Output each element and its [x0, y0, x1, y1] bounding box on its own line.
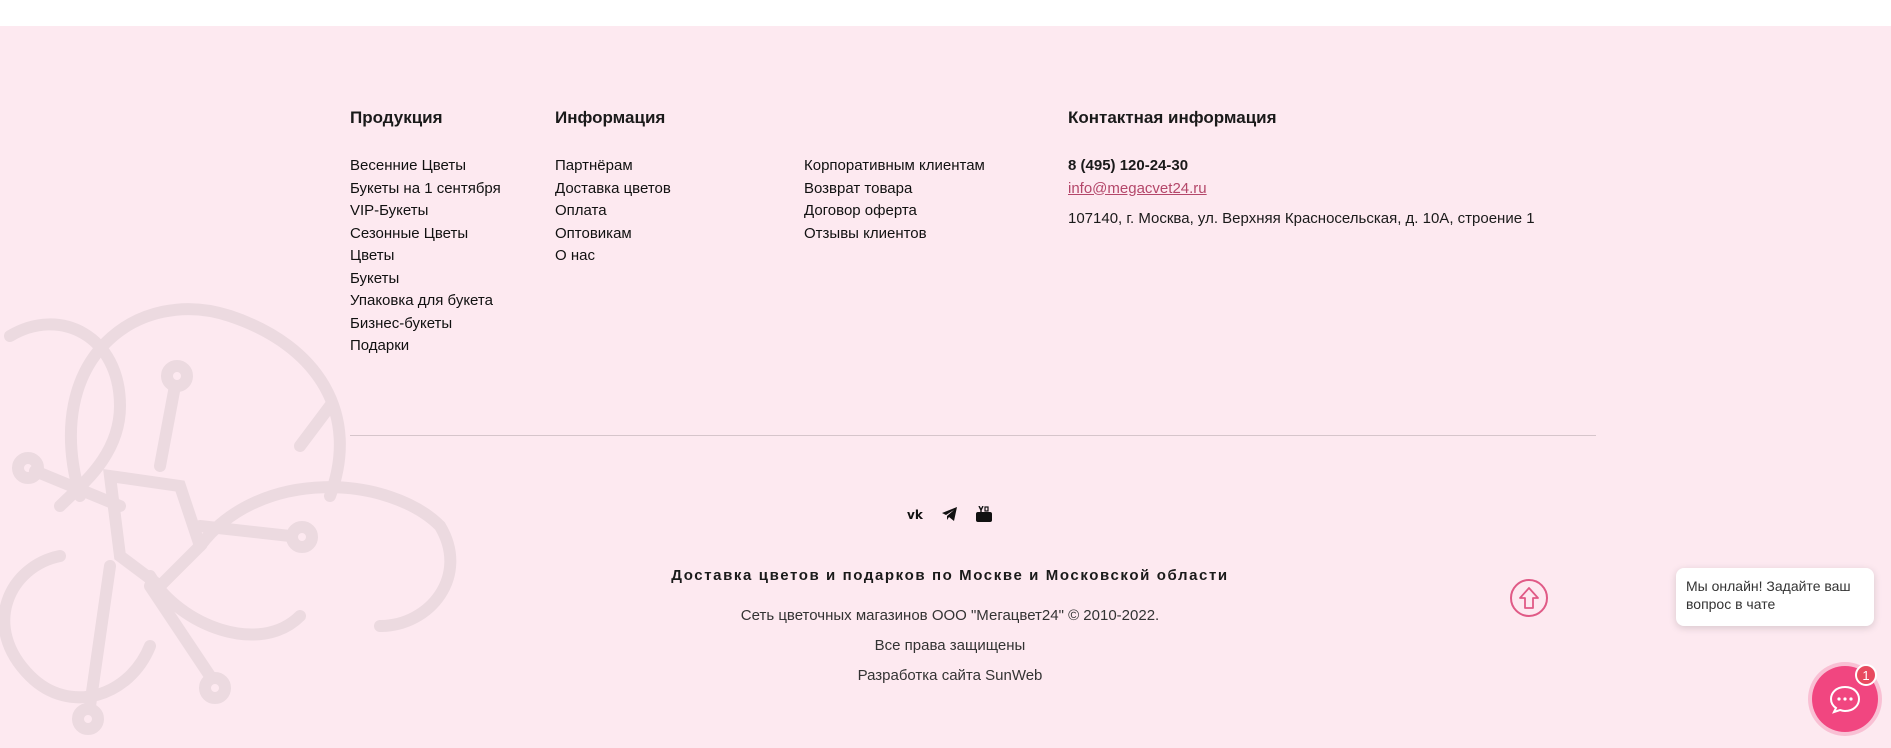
rights-text: Все права защищены	[874, 637, 1026, 654]
vk-icon[interactable]: vk	[906, 504, 926, 524]
info-column-2: Корпоративным клиентам Возврат товара До…	[804, 155, 985, 245]
products-heading: Продукция	[350, 108, 443, 127]
social-links: vk	[906, 504, 994, 524]
info-column: Информация Партнёрам Доставка цветов Опл…	[555, 107, 671, 268]
telegram-icon[interactable]	[940, 504, 960, 524]
products-list: Весенние Цветы Букеты на 1 сентября VIP-…	[350, 155, 501, 358]
arrow-up-icon	[1519, 587, 1539, 609]
email-link[interactable]: info@megacvet24.ru	[1068, 178, 1535, 201]
product-link-september[interactable]: Букеты на 1 сентября	[350, 178, 501, 201]
footer-divider	[350, 435, 1596, 436]
developer-link[interactable]: SunWeb	[985, 667, 1042, 684]
developer-prefix: Разработка сайта	[857, 667, 981, 684]
products-column: Продукция Весенние Цветы Букеты на 1 сен…	[350, 107, 501, 358]
info-link-returns[interactable]: Возврат товара	[804, 178, 985, 201]
product-link-business[interactable]: Бизнес-букеты	[350, 313, 501, 336]
product-link-spring[interactable]: Весенние Цветы	[350, 155, 501, 178]
info-link-partners[interactable]: Партнёрам	[555, 155, 671, 178]
info-list: Партнёрам Доставка цветов Оплата Оптовик…	[555, 155, 671, 268]
product-link-flowers[interactable]: Цветы	[350, 245, 501, 268]
info-link-corporate[interactable]: Корпоративным клиентам	[804, 155, 985, 178]
developer-line: Разработка сайта SunWeb	[0, 667, 1891, 684]
info-link-payment[interactable]: Оплата	[555, 200, 671, 223]
product-link-vip[interactable]: VIP-Букеты	[350, 200, 501, 223]
contact-heading: Контактная информация	[1068, 108, 1277, 127]
info-link-wholesale[interactable]: Оптовикам	[555, 223, 671, 246]
footer-tagline: Доставка цветов и подарков по Москве и М…	[671, 567, 1229, 584]
info-link-delivery[interactable]: Доставка цветов	[555, 178, 671, 201]
info-list-2: Корпоративным клиентам Возврат товара До…	[804, 155, 985, 245]
phone-number[interactable]: 8 (495) 120-24-30	[1068, 155, 1535, 178]
svg-text:vk: vk	[907, 508, 924, 520]
info-heading: Информация	[555, 108, 666, 127]
chat-bubble[interactable]: Мы онлайн! Задайте ваш вопрос в чате	[1676, 568, 1874, 626]
info-link-reviews[interactable]: Отзывы клиентов	[804, 223, 985, 246]
site-footer: Продукция Весенние Цветы Букеты на 1 сен…	[0, 26, 1891, 748]
youtube-icon[interactable]	[974, 504, 994, 524]
chat-notification-badge: 1	[1855, 664, 1877, 686]
product-link-wrapping[interactable]: Упаковка для букета	[350, 290, 501, 313]
top-strip	[0, 0, 1891, 26]
address-text: 107140, г. Москва, ул. Верхняя Красносел…	[1068, 210, 1535, 227]
product-link-seasonal[interactable]: Сезонные Цветы	[350, 223, 501, 246]
info-link-about[interactable]: О нас	[555, 245, 671, 268]
info-link-offer[interactable]: Договор оферта	[804, 200, 985, 223]
product-link-gifts[interactable]: Подарки	[350, 335, 501, 358]
copyright-text: Сеть цветочных магазинов ООО "Мегацвет24…	[740, 607, 1160, 624]
scroll-to-top-button[interactable]	[1510, 579, 1548, 617]
product-link-bouquets[interactable]: Букеты	[350, 268, 501, 291]
chat-icon	[1829, 685, 1861, 714]
contact-column: Контактная информация 8 (495) 120-24-30 …	[1068, 107, 1535, 230]
